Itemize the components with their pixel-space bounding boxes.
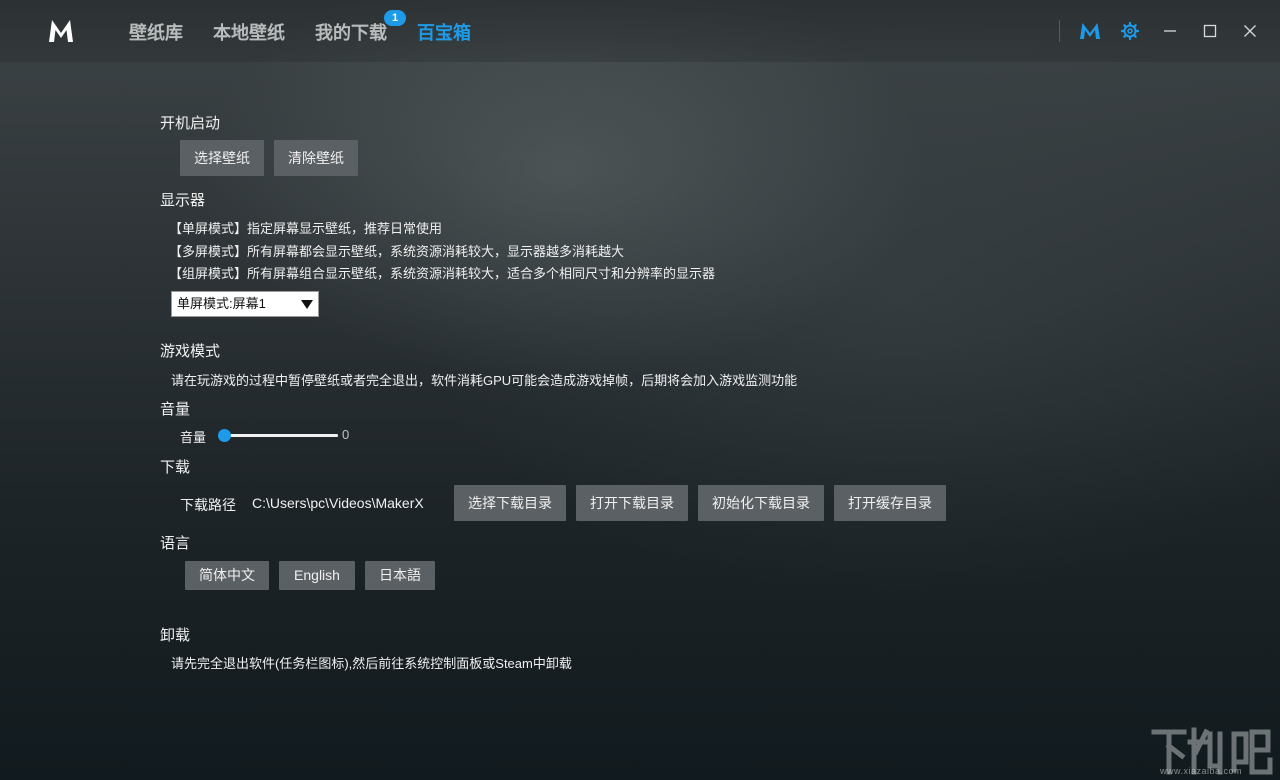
game-mode-section-title: 游戏模式	[160, 343, 221, 360]
volume-section-title: 音量	[160, 401, 191, 418]
language-option-en[interactable]: English	[279, 561, 355, 590]
volume-slider-track[interactable]	[224, 434, 338, 437]
display-section-title: 显示器	[160, 192, 206, 209]
game-mode-desc: 请在玩游戏的过程中暂停壁纸或者完全退出，软件消耗GPU可能会造成游戏掉帧，后期将…	[171, 373, 798, 388]
display-mode-select[interactable]: 单屏模式:屏幕1	[171, 291, 319, 317]
watermark-text: www.xiazaiba.com	[1160, 766, 1243, 776]
display-mode-desc-multi: 【多屏模式】所有屏幕都会显示壁纸，系统资源消耗较大，显示器越多消耗越大	[169, 244, 625, 259]
language-option-zh[interactable]: 简体中文	[185, 561, 269, 590]
app-logo-icon[interactable]	[47, 18, 75, 44]
download-path-value: C:\Users\pc\Videos\MakerX	[252, 495, 424, 511]
display-mode-desc-single: 【单屏模式】指定屏幕显示壁纸，推荐日常使用	[169, 221, 443, 236]
open-download-dir-button[interactable]: 打开下载目录	[576, 485, 688, 521]
uninstall-desc: 请先完全退出软件(任务栏图标),然后前往系统控制面板或Steam中卸载	[171, 656, 572, 671]
display-mode-selected: 单屏模式:屏幕1	[177, 296, 266, 311]
volume-value: 0	[342, 427, 350, 442]
uninstall-section-title: 卸载	[160, 627, 191, 644]
dropdown-arrow-icon	[301, 300, 313, 309]
volume-slider-thumb[interactable]	[218, 429, 231, 442]
open-cache-dir-button[interactable]: 打开缓存目录	[834, 485, 946, 521]
init-download-dir-button[interactable]: 初始化下载目录	[698, 485, 824, 521]
startup-section-title: 开机启动	[160, 115, 221, 132]
settings-panel: 开机启动 选择壁纸 清除壁纸 显示器 【单屏模式】指定屏幕显示壁纸，推荐日常使用…	[160, 0, 1260, 780]
language-option-ja[interactable]: 日本語	[365, 561, 435, 590]
download-path-label: 下载路径	[180, 497, 236, 513]
select-wallpaper-button[interactable]: 选择壁纸	[180, 140, 264, 176]
choose-download-dir-button[interactable]: 选择下载目录	[454, 485, 566, 521]
clear-wallpaper-button[interactable]: 清除壁纸	[274, 140, 358, 176]
display-mode-desc-group: 【组屏模式】所有屏幕组合显示壁纸，系统资源消耗较大，适合多个相同尺寸和分辨率的显…	[169, 266, 716, 281]
download-section-title: 下载	[160, 459, 191, 476]
volume-label: 音量	[180, 430, 207, 445]
language-section-title: 语言	[160, 535, 191, 552]
